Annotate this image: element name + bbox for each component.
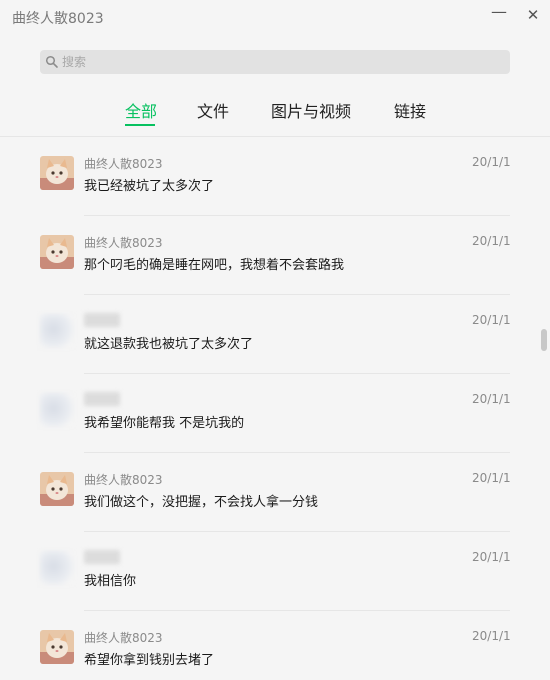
blurred-avatar <box>40 551 74 585</box>
tab-media[interactable]: 图片与视频 <box>271 98 351 122</box>
list-item[interactable]: 曲终人散8023 20/1/1 我们做这个，没把握，不会找人拿一分钱 <box>0 453 550 532</box>
message-text: 我希望你能帮我 不是坑我的 <box>84 416 245 431</box>
blurred-sender-name <box>84 313 120 327</box>
minimize-button[interactable]: — <box>488 4 510 25</box>
tab-all[interactable]: 全部 <box>125 98 157 122</box>
cat-avatar <box>40 472 74 506</box>
message-text: 那个叼毛的确是睡在网吧，我想着不会套路我 <box>84 258 345 273</box>
message-date: 20/1/1 <box>472 471 511 485</box>
search-box[interactable] <box>40 50 510 74</box>
search-icon <box>45 55 58 68</box>
blurred-sender-name <box>84 550 120 564</box>
tab-files[interactable]: 文件 <box>197 98 229 122</box>
sender-name: 曲终人散8023 <box>84 157 163 171</box>
cat-avatar <box>40 630 74 664</box>
blurred-avatar <box>40 314 74 348</box>
search-input[interactable] <box>62 50 502 74</box>
message-date: 20/1/1 <box>472 155 511 169</box>
sender-name: 曲终人散8023 <box>84 631 163 645</box>
list-item[interactable]: 20/1/1 我希望你能帮我 不是坑我的 <box>0 374 550 453</box>
tab-links[interactable]: 链接 <box>394 98 426 122</box>
close-button[interactable]: ✕ <box>522 5 544 25</box>
title-bar: 曲终人散8023 — ✕ <box>0 0 550 34</box>
sender-name: 曲终人散8023 <box>84 236 163 250</box>
message-date: 20/1/1 <box>472 550 511 564</box>
message-text: 希望你拿到钱别去堵了 <box>84 653 215 668</box>
message-date: 20/1/1 <box>472 313 511 327</box>
message-text: 我相信你 <box>84 574 137 589</box>
list-item[interactable]: 曲终人散8023 20/1/1 我已经被坑了太多次了 <box>0 137 550 216</box>
window-title: 曲终人散8023 <box>12 11 104 27</box>
scrollbar-thumb[interactable] <box>541 329 547 351</box>
message-date: 20/1/1 <box>472 392 511 406</box>
list-item[interactable]: 曲终人散8023 20/1/1 希望你拿到钱别去堵了 <box>0 611 550 680</box>
blurred-sender-name <box>84 392 120 406</box>
message-text: 我们做这个，没把握，不会找人拿一分钱 <box>84 495 319 510</box>
message-text: 就这退款我也被坑了太多次了 <box>84 337 254 352</box>
message-text: 我已经被坑了太多次了 <box>84 179 215 194</box>
list-item[interactable]: 曲终人散8023 20/1/1 那个叼毛的确是睡在网吧，我想着不会套路我 <box>0 216 550 295</box>
tab-bar: 全部 文件 图片与视频 链接 <box>0 98 550 128</box>
message-list[interactable]: 曲终人散8023 20/1/1 我已经被坑了太多次了 曲终人散8023 20/1… <box>0 137 550 680</box>
sender-name: 曲终人散8023 <box>84 473 163 487</box>
list-item[interactable]: 20/1/1 就这退款我也被坑了太多次了 <box>0 295 550 374</box>
message-date: 20/1/1 <box>472 234 511 248</box>
blurred-avatar <box>40 393 74 427</box>
list-item[interactable]: 20/1/1 我相信你 <box>0 532 550 611</box>
active-tab-indicator <box>125 124 155 126</box>
cat-avatar <box>40 235 74 269</box>
cat-avatar <box>40 156 74 190</box>
message-date: 20/1/1 <box>472 629 511 643</box>
